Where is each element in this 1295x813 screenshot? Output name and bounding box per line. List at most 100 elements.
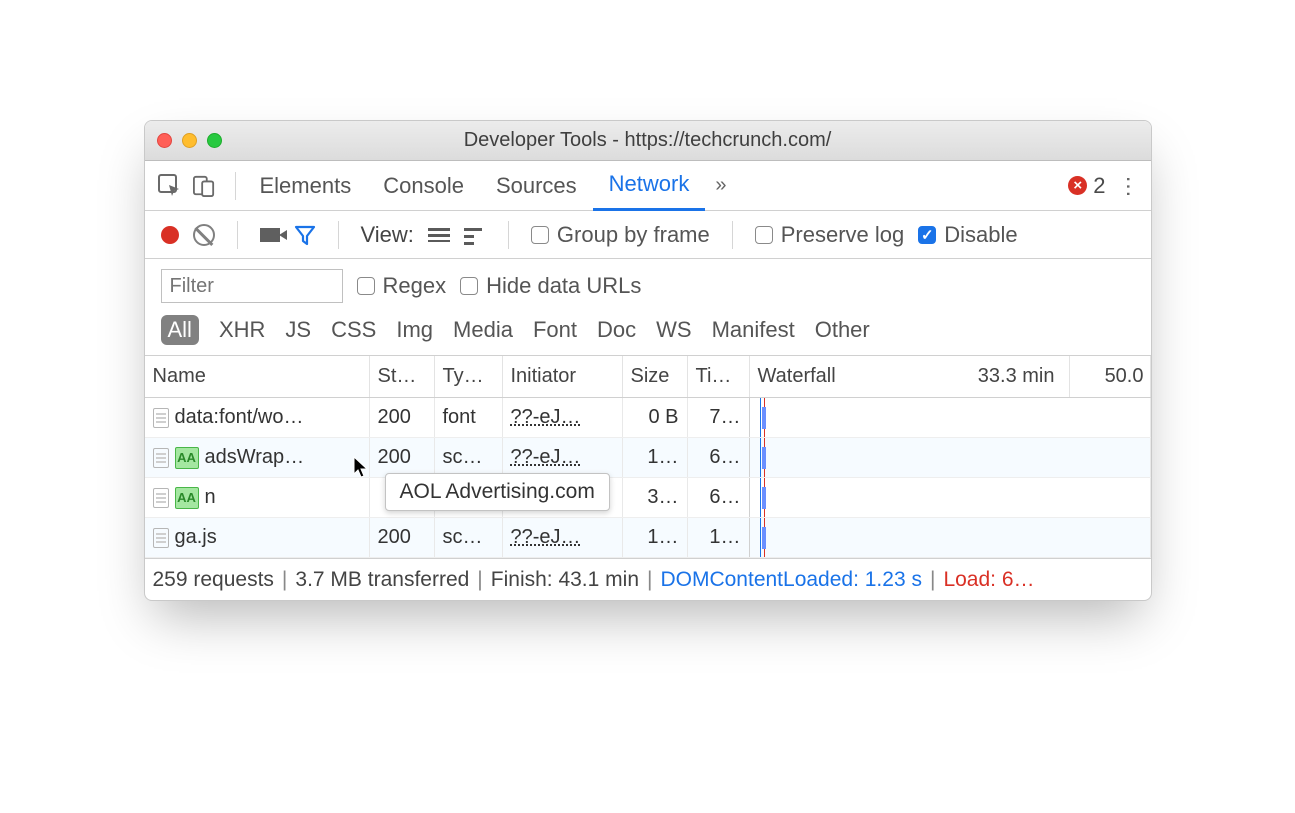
view-large-icon[interactable] xyxy=(428,228,450,242)
filter-type-js[interactable]: JS xyxy=(285,317,311,343)
header-waterfall-tick-1: 33.3 min xyxy=(920,356,1070,397)
regex-checkbox[interactable] xyxy=(357,277,375,295)
table-row[interactable]: ga.js200sc…??-eJ…1…1… xyxy=(145,518,1151,558)
traffic-lights xyxy=(157,133,222,148)
header-time[interactable]: Ti… xyxy=(688,356,750,397)
cell-status: 200 xyxy=(370,438,435,477)
file-icon xyxy=(153,488,169,508)
filter-type-media[interactable]: Media xyxy=(453,317,513,343)
cell-size: 1… xyxy=(623,438,688,477)
devtools-window: Developer Tools - https://techcrunch.com… xyxy=(144,120,1152,601)
request-name: ga.js xyxy=(175,526,217,549)
cell-type: font xyxy=(435,398,503,437)
cell-initiator: ??-eJ… xyxy=(503,398,623,437)
cell-type: sc… xyxy=(435,518,503,557)
header-initiator[interactable]: Initiator xyxy=(503,356,623,397)
errors-indicator[interactable]: 2 xyxy=(1068,173,1105,199)
more-tabs-icon[interactable]: » xyxy=(705,174,736,197)
hide-data-urls-checkbox[interactable] xyxy=(460,277,478,295)
header-size[interactable]: Size xyxy=(623,356,688,397)
regex-option[interactable]: Regex xyxy=(357,273,447,299)
tab-console[interactable]: Console xyxy=(367,161,480,211)
disable-cache-label: Disable xyxy=(944,222,1017,248)
table-header: Name St… Ty… Initiator Size Ti… Waterfal… xyxy=(145,356,1151,398)
inspect-element-icon[interactable] xyxy=(157,173,183,199)
capture-screenshots-icon[interactable] xyxy=(260,228,280,242)
disable-cache-checkbox[interactable] xyxy=(918,226,936,244)
tab-sources[interactable]: Sources xyxy=(480,161,593,211)
network-toolbar: View: Group by frame Preserve log Disabl… xyxy=(145,211,1151,259)
header-status[interactable]: St… xyxy=(370,356,435,397)
filter-type-other[interactable]: Other xyxy=(815,317,870,343)
status-transferred: 3.7 MB transferred xyxy=(295,568,469,592)
cell-name[interactable]: AAadsWrap… xyxy=(145,438,370,477)
cell-waterfall xyxy=(750,438,1151,477)
record-button[interactable] xyxy=(161,226,179,244)
filter-type-doc[interactable]: Doc xyxy=(597,317,636,343)
status-load: Load: 6… xyxy=(943,568,1034,592)
file-icon xyxy=(153,448,169,468)
filter-toggle-icon[interactable] xyxy=(294,224,316,246)
cell-status: 200 xyxy=(370,398,435,437)
cell-status: 200 xyxy=(370,518,435,557)
header-type[interactable]: Ty… xyxy=(435,356,503,397)
separator xyxy=(235,172,236,200)
filter-type-manifest[interactable]: Manifest xyxy=(712,317,795,343)
network-table: Name St… Ty… Initiator Size Ti… Waterfal… xyxy=(145,356,1151,558)
separator xyxy=(508,221,509,249)
device-toolbar-icon[interactable] xyxy=(193,173,215,199)
hide-data-urls-option[interactable]: Hide data URLs xyxy=(460,273,641,299)
filter-type-font[interactable]: Font xyxy=(533,317,577,343)
filter-type-xhr[interactable]: XHR xyxy=(219,317,265,343)
header-waterfall[interactable]: Waterfall xyxy=(750,356,920,397)
cell-initiator: ??-eJ… xyxy=(503,518,623,557)
filter-type-img[interactable]: Img xyxy=(396,317,433,343)
tab-elements[interactable]: Elements xyxy=(244,161,368,211)
table-row[interactable]: data:font/wo…200font??-eJ…0 B7… xyxy=(145,398,1151,438)
settings-menu-icon[interactable]: ⋯ xyxy=(1115,175,1141,196)
zoom-window-button[interactable] xyxy=(207,133,222,148)
preserve-log-checkbox[interactable] xyxy=(755,226,773,244)
close-window-button[interactable] xyxy=(157,133,172,148)
separator: | xyxy=(280,568,289,592)
status-requests: 259 requests xyxy=(153,568,274,592)
disable-cache-option[interactable]: Disable xyxy=(918,222,1017,248)
separator xyxy=(237,221,238,249)
group-by-frame-checkbox[interactable] xyxy=(531,226,549,244)
table-body: data:font/wo…200font??-eJ…0 B7…AAadsWrap… xyxy=(145,398,1151,558)
filter-type-ws[interactable]: WS xyxy=(656,317,691,343)
file-icon xyxy=(153,528,169,548)
clear-button[interactable] xyxy=(193,224,215,246)
view-label: View: xyxy=(361,222,414,248)
minimize-window-button[interactable] xyxy=(182,133,197,148)
cell-name[interactable]: ga.js xyxy=(145,518,370,557)
separator xyxy=(732,221,733,249)
table-row[interactable]: AAadsWrap…200sc…??-eJ…1…6… xyxy=(145,438,1151,478)
group-by-frame-option[interactable]: Group by frame xyxy=(531,222,710,248)
header-name[interactable]: Name xyxy=(145,356,370,397)
filter-type-css[interactable]: CSS xyxy=(331,317,376,343)
cell-name[interactable]: data:font/wo… xyxy=(145,398,370,437)
panel-tabs: Elements Console Sources Network » 2 ⋯ xyxy=(145,161,1151,211)
header-waterfall-tick-2: 50.0 xyxy=(1070,356,1151,397)
cell-name[interactable]: AAn xyxy=(145,478,370,517)
filter-input[interactable] xyxy=(161,269,343,303)
request-name: n xyxy=(205,486,216,509)
view-small-icon[interactable] xyxy=(464,228,486,242)
file-icon xyxy=(153,408,169,428)
preserve-log-option[interactable]: Preserve log xyxy=(755,222,905,248)
group-by-frame-label: Group by frame xyxy=(557,222,710,248)
resource-type-filters: All XHR JS CSS Img Media Font Doc WS Man… xyxy=(145,311,1151,356)
cell-initiator: ??-eJ… xyxy=(503,438,623,477)
table-row[interactable]: AAn??-eJ…3…6… xyxy=(145,478,1151,518)
cell-size: 1… xyxy=(623,518,688,557)
error-icon xyxy=(1068,176,1087,195)
cell-waterfall xyxy=(750,518,1151,557)
separator xyxy=(338,221,339,249)
preserve-log-label: Preserve log xyxy=(781,222,905,248)
cell-waterfall xyxy=(750,398,1151,437)
tab-network[interactable]: Network xyxy=(593,161,706,211)
filter-type-all[interactable]: All xyxy=(161,315,199,345)
cell-type: sc… xyxy=(435,438,503,477)
tooltip: AOL Advertising.com xyxy=(385,473,610,511)
